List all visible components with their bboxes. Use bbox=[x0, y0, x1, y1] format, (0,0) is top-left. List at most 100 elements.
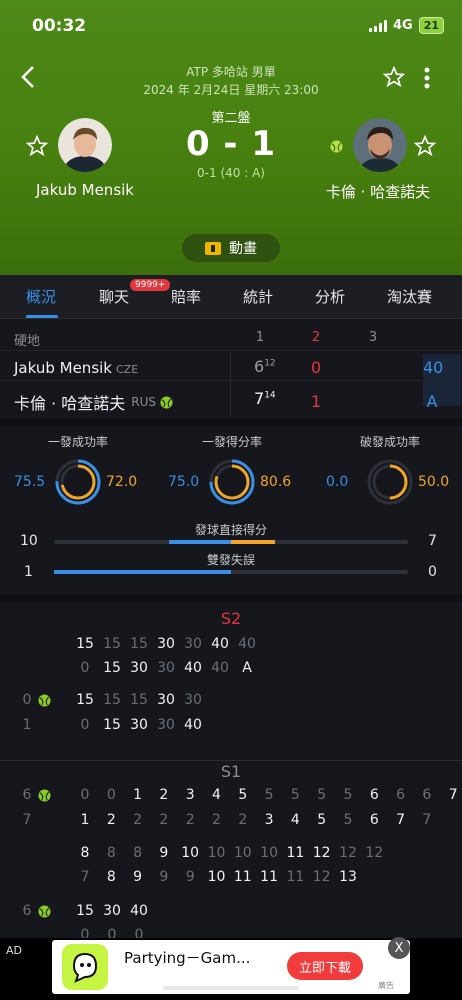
sb-player1-set2: 0 bbox=[311, 358, 322, 377]
pbp-game-top: 10 bbox=[181, 845, 200, 861]
player1-avatar[interactable] bbox=[58, 118, 112, 172]
scoreboard-row-player2[interactable]: 卡倫 · 哈查諾夫 RUS bbox=[14, 390, 173, 414]
pbp-point-bottom: A bbox=[242, 660, 252, 676]
pbp-game-top: 7 bbox=[448, 787, 458, 803]
ad-close-button[interactable]: X bbox=[388, 937, 410, 959]
pbp-s1-games-bottom: 7 bbox=[22, 812, 32, 828]
tab-analysis[interactable]: 分析 bbox=[315, 286, 345, 307]
sb-player1-points: 40 bbox=[423, 358, 444, 377]
pbp-game-bottom: 9 bbox=[185, 869, 195, 885]
set-score: 0 - 1 bbox=[185, 124, 277, 164]
tab-stats[interactable]: 統計 bbox=[243, 286, 273, 307]
stat-ring-left-value: 75.0 bbox=[168, 474, 200, 490]
serve-ball-icon bbox=[38, 789, 51, 802]
pbp-set2-header: S2 bbox=[220, 609, 242, 628]
active-tab-indicator bbox=[26, 315, 58, 318]
pbp-game-top: 12 bbox=[339, 845, 357, 861]
pbp-point-top: 40 bbox=[211, 636, 229, 652]
ad-title[interactable]: Partying－Gam... bbox=[124, 947, 250, 968]
network-label: 4G bbox=[392, 18, 413, 33]
sb-player2-name: 卡倫 · 哈查諾夫 bbox=[14, 394, 126, 413]
app-logo-icon[interactable] bbox=[62, 944, 108, 990]
pbp-game-top: 6 bbox=[422, 787, 432, 803]
pbp-games-top: 0 bbox=[22, 692, 32, 708]
stat-ring-title: 一發成功率 bbox=[47, 435, 108, 449]
sb-player1-tiebreak: 12 bbox=[264, 358, 276, 369]
stat-ring bbox=[367, 459, 413, 505]
pbp-game-bottom: 2 bbox=[212, 812, 221, 828]
stat-aces-title: 發球直接得分 bbox=[194, 523, 267, 537]
pbp-game-top: 5 bbox=[290, 787, 300, 803]
pbp-point-bottom: 15 bbox=[103, 717, 121, 733]
stat-aces-left-fill bbox=[169, 540, 231, 544]
pbp-game-bottom: 13 bbox=[339, 869, 357, 885]
pbp-point-top: 40 bbox=[238, 636, 256, 652]
sb-player2-tiebreak: 14 bbox=[264, 390, 276, 401]
pbp-point-bottom: 30 bbox=[130, 717, 148, 733]
pbp-point-bottom: 30 bbox=[157, 717, 175, 733]
player2-avatar[interactable] bbox=[353, 118, 407, 172]
sb-player1-set1-value: 6 bbox=[254, 357, 265, 376]
favorite-match-star-icon[interactable] bbox=[383, 66, 405, 88]
pbp-s1-games-top: 6 bbox=[22, 787, 32, 803]
pbp-game-bottom: 5 bbox=[343, 812, 353, 828]
animation-button[interactable]: 動畫 bbox=[182, 234, 280, 262]
pbp-game-bottom: 9 bbox=[133, 869, 143, 885]
pbp-game-top: 1 bbox=[133, 787, 143, 803]
pbp-game-top: 8 bbox=[80, 845, 90, 861]
pbp-game-bottom: 2 bbox=[106, 812, 116, 828]
serve-ball-icon bbox=[38, 905, 51, 918]
stat-ring bbox=[55, 459, 101, 505]
sb-player1-country: CZE bbox=[115, 363, 139, 376]
pbp-game-bottom: 2 bbox=[159, 812, 169, 828]
stat-ring-left-value: 0.0 bbox=[326, 474, 349, 490]
stat-ring-right-value: 80.6 bbox=[260, 474, 292, 490]
pbp-point-top: 15 bbox=[76, 636, 94, 652]
favorite-player2-star-icon[interactable] bbox=[414, 135, 436, 157]
game-score: 0-1 (40 : A) bbox=[197, 166, 265, 180]
tab-knockout[interactable]: 淘汰賽 bbox=[387, 286, 432, 307]
pbp-game-bottom: 8 bbox=[106, 869, 116, 885]
status-icons: 4G 21 bbox=[368, 17, 444, 34]
sb-player2-set1-value: 7 bbox=[254, 389, 265, 408]
sb-player2-set1: 714 bbox=[254, 389, 276, 408]
pbp-game-top: 5 bbox=[317, 787, 327, 803]
pbp-point-top: 30 bbox=[184, 636, 202, 652]
pbp-game-top: 0 bbox=[80, 787, 90, 803]
tab-overview[interactable]: 概況 bbox=[26, 286, 56, 307]
pbp-point-bottom: 30 bbox=[157, 660, 175, 676]
pbp-game-bottom: 2 bbox=[133, 812, 143, 828]
player2-name[interactable]: 卡倫 · 哈查諾夫 bbox=[298, 181, 458, 202]
signal-icon bbox=[368, 19, 387, 32]
stat-aces-right: 7 bbox=[428, 533, 437, 549]
pbp-game-bottom: 1 bbox=[80, 812, 90, 828]
ad-download-button[interactable]: 立即下載 bbox=[287, 952, 363, 980]
pbp-game-top: 5 bbox=[264, 787, 274, 803]
tab-odds[interactable]: 賠率 bbox=[171, 286, 201, 307]
pbp-point-top: 30 bbox=[157, 636, 175, 652]
pbp-game-top: 10 bbox=[260, 845, 278, 861]
pbp-point-top: 15 bbox=[103, 636, 121, 652]
home-indicator[interactable] bbox=[163, 986, 299, 990]
pbp-game-bottom: 2 bbox=[185, 812, 195, 828]
section-separator bbox=[0, 418, 462, 426]
pbp-game-top: 0 bbox=[106, 787, 116, 803]
tab-chat[interactable]: 聊天 bbox=[99, 286, 129, 307]
pbp-game-bottom: 7 bbox=[396, 812, 406, 828]
stat-ring-title: 破發成功率 bbox=[359, 435, 420, 449]
divider bbox=[0, 350, 462, 351]
player1-name[interactable]: Jakub Mensik bbox=[5, 181, 165, 199]
stat-ring-left-value: 75.5 bbox=[14, 474, 46, 490]
scoreboard-row-player1[interactable]: Jakub Mensik CZE bbox=[14, 358, 138, 377]
pbp-game-top: 11 bbox=[286, 845, 305, 861]
more-options-icon[interactable] bbox=[422, 66, 432, 90]
sb-player1-name: Jakub Mensik bbox=[14, 359, 112, 377]
set1-header: 1 bbox=[255, 330, 265, 345]
stat-ring-title: 一發得分率 bbox=[201, 435, 262, 449]
sb-player2-set2: 1 bbox=[311, 392, 322, 411]
stat-aces-left: 10 bbox=[20, 533, 38, 549]
pbp-game-bottom: 5 bbox=[317, 812, 327, 828]
pbp-game-top: 5 bbox=[238, 787, 248, 803]
pbp-point-bottom: 15 bbox=[103, 660, 121, 676]
favorite-player1-star-icon[interactable] bbox=[26, 135, 48, 157]
